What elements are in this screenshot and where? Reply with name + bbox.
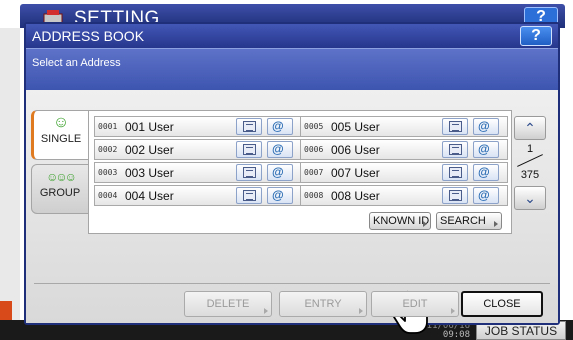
dialog-body: ☺ SINGLE ☺☺☺ GROUP 0001 001 User @ 0002 … [26,90,558,334]
address-name: 002 User [125,143,174,157]
dialog-help-button[interactable]: ? [520,26,552,46]
address-name: 006 User [331,143,380,157]
email-icon: @ [478,188,490,202]
known-id-button[interactable]: KNOWN ID [369,212,431,230]
fax-icon [243,121,256,132]
group-people-icon: ☺☺☺ [46,170,77,184]
fax-icon [449,190,462,201]
fax-button[interactable] [442,187,468,204]
email-button[interactable]: @ [267,141,293,158]
fax-button[interactable] [442,164,468,181]
page-current: 1 [526,143,534,155]
address-entry[interactable]: 0008 008 User @ [300,185,508,206]
scroll-up-button[interactable]: ⌃ [514,116,546,140]
address-number: 0003 [98,168,118,177]
background-strip [0,28,20,340]
address-entry[interactable]: 0004 004 User @ [94,185,302,206]
delete-button[interactable]: DELETE [184,291,272,317]
submenu-arrow-icon [451,308,455,314]
edit-button[interactable]: EDIT [371,291,459,317]
instruction-text: Select an Address [32,57,121,69]
address-entry[interactable]: 0001 001 User @ [94,116,302,137]
address-entry[interactable]: 0006 006 User @ [300,139,508,160]
tab-single[interactable]: ☺ SINGLE [31,110,89,160]
single-person-icon: ☺ [52,114,70,131]
entry-button[interactable]: ENTRY [279,291,367,317]
address-number: 0002 [98,145,118,154]
screen: SETTING ? 2011/06/16 09:08 JOB STATUS AD… [0,0,573,340]
fax-icon [449,144,462,155]
chevron-down-icon: ⌄ [524,190,536,206]
submenu-arrow-icon [423,221,427,227]
email-icon: @ [272,119,284,133]
fax-button[interactable] [236,187,262,204]
submenu-arrow-icon [264,308,268,314]
background-accent [0,301,12,320]
instruction-bar: Select an Address [26,48,558,90]
edit-label: EDIT [402,298,428,310]
tab-group-label: GROUP [39,187,81,199]
address-number: 0001 [98,122,118,131]
close-button[interactable]: CLOSE [461,291,543,317]
address-number: 0008 [304,191,324,200]
known-id-label: KNOWN ID [373,215,430,227]
address-name: 003 User [125,166,174,180]
dialog-title: ADDRESS BOOK [32,28,145,44]
email-button[interactable]: @ [267,118,293,135]
fax-button[interactable] [236,164,262,181]
close-label: CLOSE [483,298,521,310]
fax-button[interactable] [442,141,468,158]
address-name: 008 User [331,189,380,203]
address-entry[interactable]: 0007 007 User @ [300,162,508,183]
submenu-arrow-icon [494,221,498,227]
submenu-arrow-icon [359,308,363,314]
address-name: 001 User [125,120,174,134]
address-number: 0007 [304,168,324,177]
fax-icon [243,144,256,155]
page-total: 375 [520,169,540,181]
address-name: 004 User [125,189,174,203]
scroll-down-button[interactable]: ⌄ [514,186,546,210]
address-book-dialog: ADDRESS BOOK ? Select an Address ☺ SINGL… [24,22,560,334]
address-entry[interactable]: 0002 002 User @ [94,139,302,160]
email-icon: @ [478,142,490,156]
email-icon: @ [478,165,490,179]
email-icon: @ [272,165,284,179]
address-column-right: 0005 005 User @ 0006 006 User @ 0007 007… [300,116,508,208]
fax-icon [243,190,256,201]
email-button[interactable]: @ [473,164,499,181]
address-name: 007 User [331,166,380,180]
dialog-title-bar: ADDRESS BOOK ? [26,24,558,48]
email-icon: @ [478,119,490,133]
address-entry[interactable]: 0005 005 User @ [300,116,508,137]
fax-icon [243,167,256,178]
search-button[interactable]: SEARCH [436,212,502,230]
entry-label: ENTRY [304,298,342,310]
fax-icon [449,121,462,132]
address-name: 005 User [331,120,380,134]
address-entry[interactable]: 0003 003 User @ [94,162,302,183]
email-icon: @ [272,188,284,202]
fax-button[interactable] [236,118,262,135]
fax-button[interactable] [236,141,262,158]
address-number: 0004 [98,191,118,200]
email-button[interactable]: @ [473,141,499,158]
page-divider [517,154,543,167]
divider [34,283,550,284]
tab-single-label: SINGLE [40,133,82,145]
chevron-up-icon: ⌃ [524,120,536,136]
fax-button[interactable] [442,118,468,135]
delete-label: DELETE [206,298,250,310]
address-number: 0005 [304,122,324,131]
tab-group[interactable]: ☺☺☺ GROUP [31,164,89,214]
email-button[interactable]: @ [267,187,293,204]
search-label: SEARCH [440,215,486,227]
email-button[interactable]: @ [473,118,499,135]
email-icon: @ [272,142,284,156]
address-column-left: 0001 001 User @ 0002 002 User @ 0003 003… [94,116,302,208]
email-button[interactable]: @ [267,164,293,181]
fax-icon [449,167,462,178]
address-number: 0006 [304,145,324,154]
email-button[interactable]: @ [473,187,499,204]
